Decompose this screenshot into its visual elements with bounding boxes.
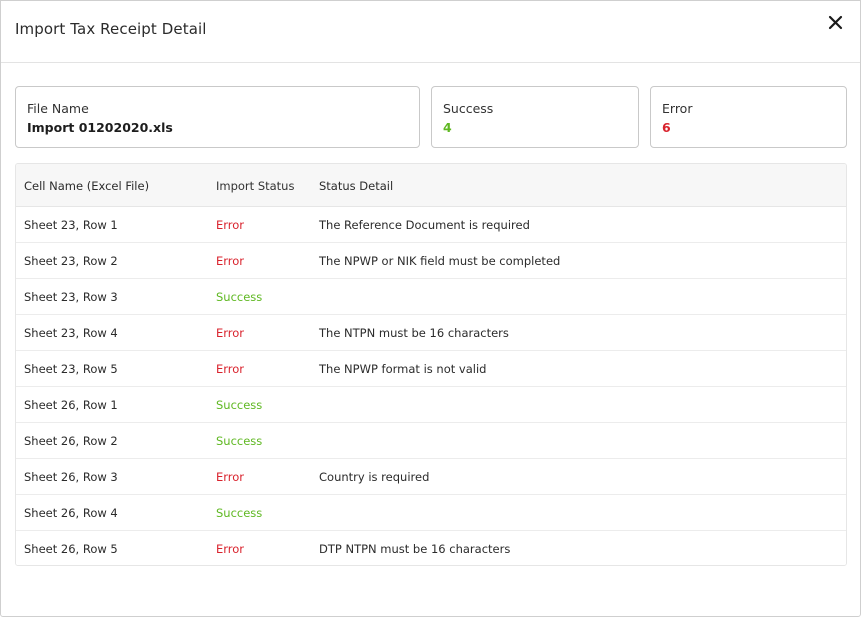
table-row: Sheet 26, Row 5 Error DTP NTPN must be 16 … [16, 531, 846, 565]
success-card: Success 4 [431, 86, 639, 148]
status-detail: The Reference Document is required [319, 218, 530, 232]
error-label: Error [662, 101, 693, 116]
file-name-card: File Name Import 01202020.xls [15, 86, 420, 148]
success-label: Success [443, 101, 494, 116]
column-header-status-detail: Status Detail [319, 179, 394, 193]
table-row: Sheet 23, Row 4 Error The NTPN must be 16 … [16, 315, 846, 351]
error-count: 6 [662, 120, 671, 135]
table-row: Sheet 26, Row 4 Success [16, 495, 846, 531]
import-status: Error [216, 542, 245, 556]
status-detail: Country is required [319, 470, 430, 484]
table-row: Sheet 26, Row 2 Success [16, 423, 846, 459]
cell-name: Sheet 26, Row 4 [24, 506, 118, 520]
column-header-cell-name: Cell Name (Excel File) [24, 179, 150, 193]
table-row: Sheet 26, Row 3 Error Country is required [16, 459, 846, 495]
import-status-table: Cell Name (Excel File) Import Status Sta… [15, 163, 847, 566]
cell-name: Sheet 23, Row 4 [24, 326, 118, 340]
import-status: Error [216, 326, 245, 340]
table-row: Sheet 23, Row 2 Error The NPWP or NIK fiel… [16, 243, 846, 279]
import-status: Error [216, 254, 245, 268]
success-count: 4 [443, 120, 452, 135]
error-card: Error 6 [650, 86, 847, 148]
cell-name: Sheet 23, Row 5 [24, 362, 118, 376]
import-status: Error [216, 218, 245, 232]
close-icon [828, 15, 843, 30]
cell-name: Sheet 26, Row 3 [24, 470, 118, 484]
cell-name: Sheet 23, Row 3 [24, 290, 118, 304]
import-status: Success [216, 398, 263, 412]
table-row: Sheet 23, Row 5 Error The NPWP format is n… [16, 351, 846, 387]
file-name-label: File Name [27, 101, 89, 116]
status-detail: The NPWP format is not valid [319, 362, 487, 376]
import-detail-modal: Import Tax Receipt Detail File Name Impo… [0, 0, 861, 617]
table-row: Sheet 23, Row 3 Success [16, 279, 846, 315]
status-detail: The NTPN must be 16 characters [319, 326, 509, 340]
table-row: Sheet 26, Row 1 Success [16, 387, 846, 423]
cell-name: Sheet 23, Row 2 [24, 254, 118, 268]
cell-name: Sheet 26, Row 2 [24, 434, 118, 448]
status-detail: DTP NTPN must be 16 characters [319, 542, 511, 556]
import-status: Success [216, 506, 263, 520]
modal-header: Import Tax Receipt Detail [1, 1, 860, 63]
import-status: Error [216, 470, 245, 484]
table-header: Cell Name (Excel File) Import Status Sta… [16, 164, 846, 207]
modal-title: Import Tax Receipt Detail [15, 20, 207, 38]
import-status: Success [216, 290, 263, 304]
table-row: Sheet 23, Row 1 Error The Reference Docume… [16, 207, 846, 243]
file-name-value: Import 01202020.xls [27, 120, 173, 135]
cell-name: Sheet 26, Row 1 [24, 398, 118, 412]
import-status: Success [216, 434, 263, 448]
cell-name: Sheet 26, Row 5 [24, 542, 118, 556]
status-detail: The NPWP or NIK field must be completed [319, 254, 561, 268]
import-status: Error [216, 362, 245, 376]
close-button[interactable] [825, 12, 847, 34]
column-header-import-status: Import Status [216, 179, 295, 193]
cell-name: Sheet 23, Row 1 [24, 218, 118, 232]
